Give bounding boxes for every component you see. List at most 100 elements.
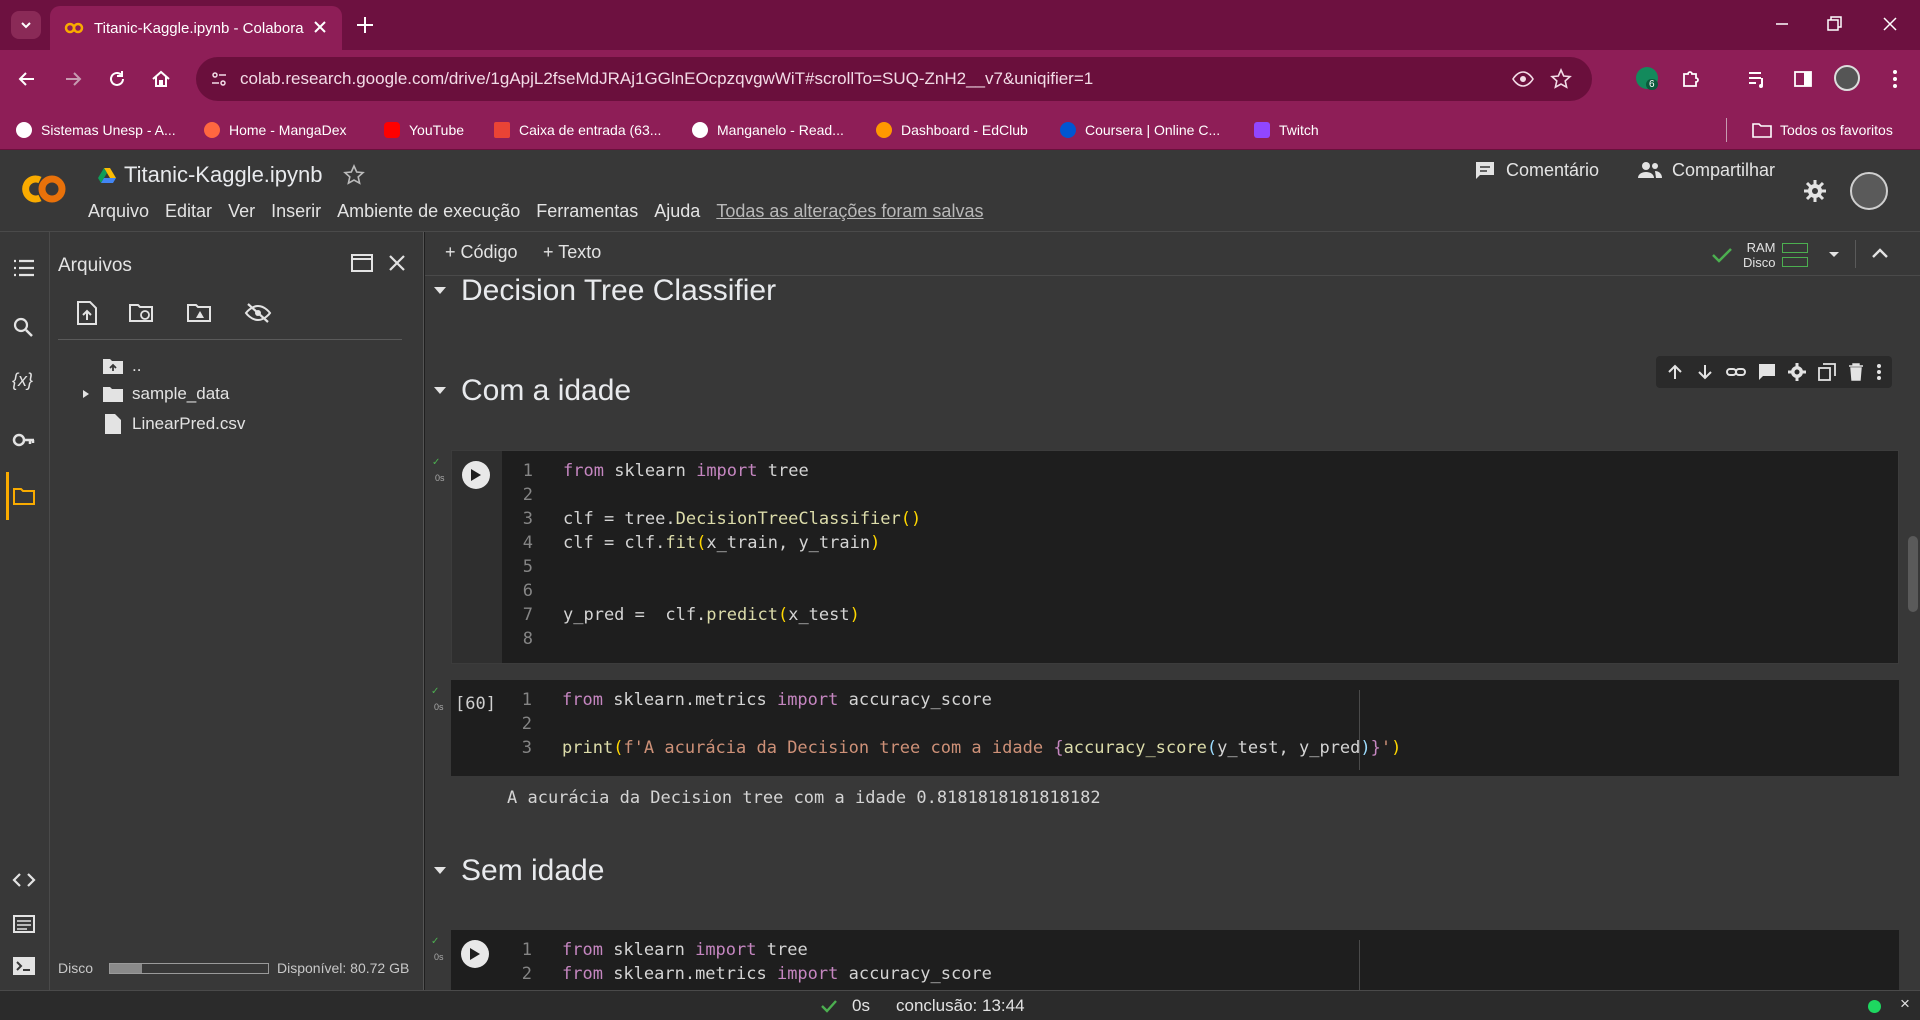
menu-arquivo[interactable]: Arquivo	[88, 201, 149, 222]
hide-files-icon[interactable]	[244, 302, 272, 324]
settings-gear-icon[interactable]	[1788, 363, 1806, 381]
upload-file-icon[interactable]	[76, 300, 98, 326]
user-avatar[interactable]	[1850, 172, 1888, 210]
terminal-icon[interactable]	[12, 956, 36, 976]
link-icon[interactable]	[1726, 363, 1746, 381]
bookmark-item[interactable]: Manganelo - Read...	[692, 118, 844, 142]
eye-icon[interactable]	[1512, 69, 1534, 89]
colab-logo[interactable]	[18, 172, 70, 206]
back-icon[interactable]	[16, 68, 38, 90]
run-cell-button[interactable]	[462, 461, 490, 489]
code-line[interactable]: 2	[506, 712, 562, 736]
extension-icon[interactable]: 6	[1636, 67, 1658, 90]
settings-gear-icon[interactable]	[1804, 180, 1826, 202]
tab-search-button[interactable]	[11, 11, 41, 39]
code-line[interactable]: 3 clf = tree.DecisionTreeClassifier()	[507, 507, 922, 531]
dropdown-arrow-icon[interactable]	[1828, 251, 1840, 259]
puzzle-icon[interactable]	[1680, 68, 1702, 90]
move-up-icon[interactable]	[1666, 363, 1684, 381]
menu-ajuda[interactable]: Ajuda	[654, 201, 700, 222]
collapse-caret-icon[interactable]	[433, 286, 447, 296]
restore-icon[interactable]	[1824, 14, 1844, 34]
star-icon[interactable]	[342, 164, 365, 186]
home-icon[interactable]	[150, 68, 172, 90]
delete-icon[interactable]	[1848, 363, 1864, 381]
code-cell[interactable]: ✓ 0s [60] 1 from sklearn.metrics import a…	[431, 680, 1899, 776]
scrollbar-thumb[interactable]	[1908, 536, 1918, 612]
completion-time[interactable]: conclusão: 13:44	[896, 996, 1025, 1016]
bookmark-item[interactable]: Sistemas Unesp - A...	[16, 118, 176, 142]
reload-icon[interactable]	[106, 68, 128, 90]
site-info-icon[interactable]	[210, 70, 228, 88]
code-line[interactable]: 4 clf = clf.fit(x_train, y_train)	[507, 531, 881, 555]
side-panel-icon[interactable]	[1792, 68, 1814, 90]
bookmark-item[interactable]: Home - MangaDex	[204, 118, 347, 142]
mirror-cell-icon[interactable]	[1818, 363, 1836, 381]
run-cell-button[interactable]	[461, 940, 489, 968]
media-control-icon[interactable]	[1746, 68, 1768, 90]
command-palette-icon[interactable]	[12, 914, 36, 934]
forward-icon[interactable]	[62, 68, 84, 90]
bookmark-item[interactable]: Caixa de entrada (63...	[494, 118, 661, 142]
close-icon[interactable]	[386, 252, 408, 274]
add-text-button[interactable]: + Texto	[543, 242, 601, 263]
section-heading[interactable]: Sem idade	[433, 854, 604, 888]
bookmark-item[interactable]: Twitch	[1254, 118, 1319, 142]
code-line[interactable]: 7 y_pred = clf.predict(x_test)	[507, 603, 860, 627]
browser-tab[interactable]: Titanic-Kaggle.ipynb - Colabora	[50, 6, 342, 50]
minimize-icon[interactable]	[1772, 14, 1792, 34]
open-in-tab-icon[interactable]	[350, 252, 374, 274]
comment-icon[interactable]	[1758, 363, 1776, 381]
toc-icon[interactable]	[12, 258, 36, 278]
close-icon[interactable]: ×	[1900, 994, 1910, 1014]
save-status[interactable]: Todas as alterações foram salvas	[716, 201, 983, 222]
bookmark-item[interactable]: Dashboard - EdClub	[876, 118, 1028, 142]
mount-drive-icon[interactable]	[186, 302, 214, 324]
search-icon[interactable]	[12, 316, 36, 340]
code-line[interactable]: 1 from sklearn import tree	[506, 938, 808, 962]
runtime-status[interactable]: RAM Disco	[1711, 240, 1840, 270]
bookmark-item[interactable]: YouTube	[384, 118, 464, 142]
menu-runtime[interactable]: Ambiente de execução	[337, 201, 520, 222]
code-line[interactable]: 1 from sklearn import tree	[507, 459, 809, 483]
menu-ferramentas[interactable]: Ferramentas	[536, 201, 638, 222]
code-snippets-icon[interactable]	[12, 870, 36, 890]
variables-icon[interactable]: {x}	[12, 370, 33, 391]
code-cell[interactable]: ✓ 0s 1 from sklearn import tree 2 3 clf = tr…	[432, 450, 1899, 664]
bookmark-item[interactable]: Coursera | Online C...	[1060, 118, 1220, 142]
code-cell[interactable]: ✓ 0s 1 from sklearn import tree 2 from skle…	[431, 930, 1899, 990]
close-window-icon[interactable]	[1880, 14, 1900, 34]
share-button[interactable]: Compartilhar	[1638, 150, 1775, 190]
menu-ver[interactable]: Ver	[228, 201, 255, 222]
menu-inserir[interactable]: Inserir	[271, 201, 321, 222]
all-bookmarks[interactable]: Todos os favoritos	[1752, 118, 1893, 142]
code-line[interactable]: 5	[507, 555, 563, 579]
code-line[interactable]: 2	[507, 483, 563, 507]
address-bar[interactable]: colab.research.google.com/drive/1gApjL2f…	[196, 57, 1592, 101]
key-icon[interactable]	[12, 430, 36, 450]
profile-avatar[interactable]	[1834, 65, 1860, 91]
menu-icon[interactable]	[1884, 68, 1906, 90]
code-line[interactable]: 8	[507, 627, 563, 651]
section-heading[interactable]: Decision Tree Classifier	[433, 276, 776, 308]
star-icon[interactable]	[1550, 68, 1572, 90]
code-line[interactable]: 3 print(f'A acurácia da Decision tree com…	[506, 736, 1402, 760]
code-line[interactable]: 6	[507, 579, 563, 603]
notebook-name[interactable]: Titanic-Kaggle.ipynb	[124, 162, 323, 188]
comment-button[interactable]: Comentário	[1474, 150, 1599, 190]
new-tab-icon[interactable]	[354, 14, 376, 36]
collapse-caret-icon[interactable]	[433, 866, 447, 876]
add-code-button[interactable]: + Código	[445, 242, 518, 263]
code-line[interactable]: 2 from sklearn.metrics import accuracy_sc…	[506, 962, 992, 986]
move-down-icon[interactable]	[1696, 363, 1714, 381]
more-vert-icon[interactable]	[1876, 363, 1882, 381]
refresh-folder-icon[interactable]	[128, 302, 156, 324]
file-row-sample-data[interactable]: sample_data	[80, 382, 229, 406]
folder-icon[interactable]	[12, 486, 36, 506]
code-line[interactable]: 1 from sklearn.metrics import accuracy_sc…	[506, 688, 992, 712]
chevron-up-icon[interactable]	[1871, 246, 1889, 260]
menu-editar[interactable]: Editar	[165, 201, 212, 222]
file-row-parent[interactable]: ..	[80, 354, 141, 378]
collapse-caret-icon[interactable]	[433, 386, 447, 396]
close-tab-icon[interactable]	[312, 19, 328, 35]
